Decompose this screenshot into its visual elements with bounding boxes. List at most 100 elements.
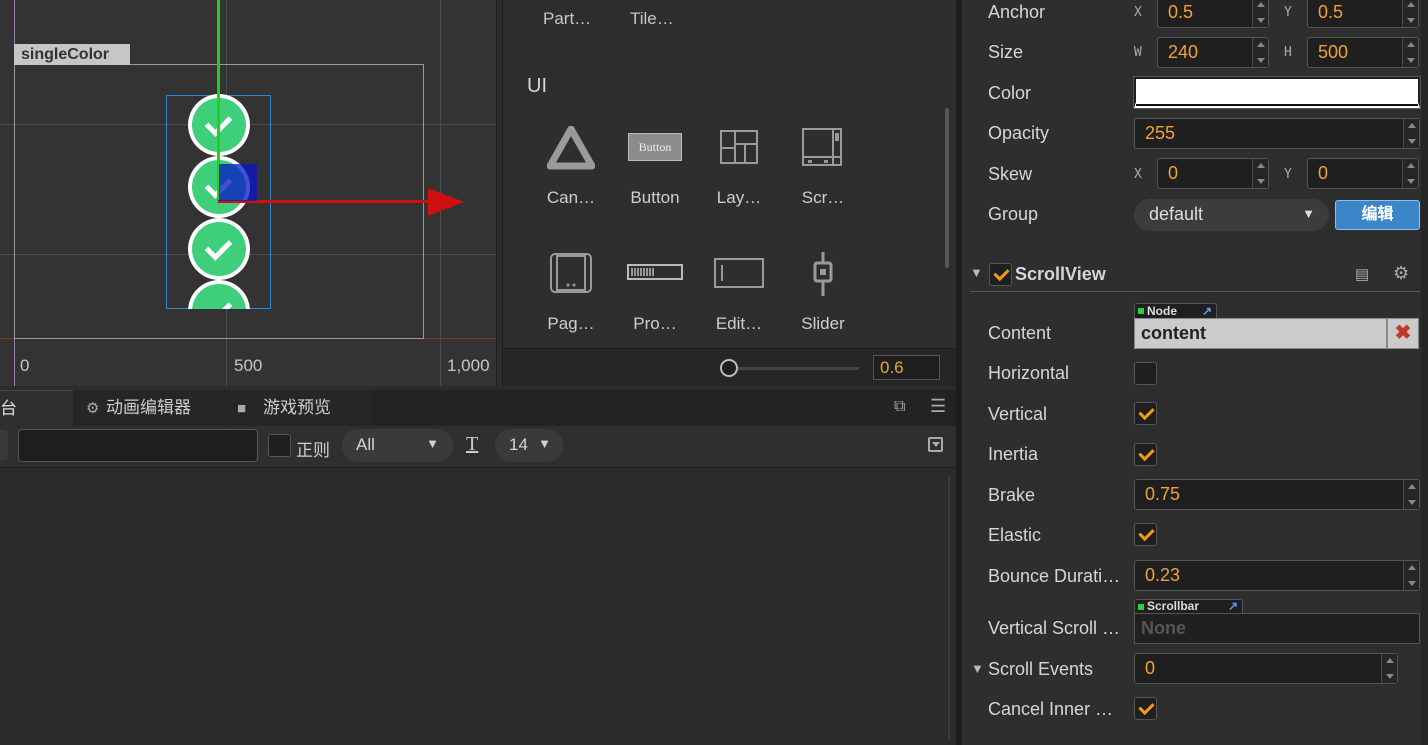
console-log-area[interactable] [0,468,956,745]
content-node-field[interactable]: content [1134,318,1387,349]
tab-console[interactable]: 台 [0,390,73,426]
size-h-input[interactable]: 500 [1307,37,1419,68]
scroll-events-value: 0 [1145,658,1156,678]
move-handle[interactable] [219,164,257,201]
anchor-y-input[interactable]: 0.5 [1307,0,1419,28]
skew-y-tag: Y [1284,167,1292,182]
skew-y-value: 0 [1318,163,1329,183]
pageview-icon [550,253,592,293]
asset-name: Pag… [547,314,595,333]
skew-x-input[interactable]: 0 [1157,158,1269,189]
bounce-duration-value: 0.23 [1145,565,1181,585]
size-w-tag: W [1134,45,1142,60]
zoom-slider-track[interactable] [727,367,859,370]
asset-canvas[interactable]: Can… [529,126,613,236]
spinner[interactable] [1402,0,1418,27]
tab-label: 动画编辑器 [106,398,191,417]
tab-animation-editor[interactable]: ⚙ 动画编辑器 [74,390,224,426]
size-w-input[interactable]: 240 [1157,37,1269,68]
clear-button[interactable] [0,430,8,460]
scrollbar-type-tag: Scrollbar ↗ [1134,599,1243,614]
regex-checkbox[interactable] [268,434,291,457]
zoom-slider-knob[interactable] [720,359,738,377]
tab-game-preview[interactable]: ■ 游戏预览 [225,390,371,426]
filter-input[interactable] [18,429,258,462]
asset-slider[interactable]: Slider [781,252,865,362]
gear-icon[interactable]: ⚙ [1393,263,1409,284]
font-size-select[interactable]: 14 ▼ [495,429,563,462]
asset-name: Pro… [633,314,677,333]
scene-view[interactable]: singleColor 0 500 1,000 [0,0,497,386]
anchor-y-tag: Y [1284,5,1292,20]
vertical-scrollbar-field[interactable]: None [1134,613,1420,644]
collapse-icon[interactable] [928,437,943,452]
spinner[interactable] [1252,159,1268,188]
asset-name: Edit… [715,314,763,333]
asset-editbox[interactable]: Edit… [697,252,781,362]
asset-scrollview[interactable]: Scr… [781,126,865,236]
content-type-tag: Node ↗ [1134,303,1217,319]
asset-label[interactable]: Tile… [630,9,674,29]
color-swatch[interactable] [1133,76,1421,109]
editbox-icon [714,258,764,288]
popout-icon[interactable]: ⧉ [894,398,905,416]
check-circle-icon [188,218,250,280]
skew-x-tag: X [1134,167,1142,182]
collapse-arrow-icon[interactable]: ▼ [970,265,983,280]
edit-group-button[interactable]: 编辑 [1335,200,1420,230]
spinner[interactable] [1402,159,1418,188]
spinner[interactable] [1381,654,1397,683]
elastic-checkbox[interactable] [1134,523,1157,546]
axis-tick: 0 [20,356,30,375]
component-title: ScrollView [1015,264,1106,284]
link-icon[interactable]: ↗ [1228,600,1238,613]
asset-label[interactable]: Part… [543,9,591,29]
spinner[interactable] [1403,119,1419,148]
asset-progressbar[interactable]: Pro… [613,252,697,362]
clear-reference-button[interactable]: ✖ [1387,318,1419,349]
spinner[interactable] [1403,561,1419,590]
brake-value: 0.75 [1145,484,1181,504]
bounce-duration-input[interactable]: 0.23 [1134,560,1420,591]
spinner[interactable] [1252,0,1268,27]
asset-button[interactable]: Button Button [613,126,697,236]
panel-scrollbar[interactable] [945,108,949,268]
x-arrow-icon[interactable] [428,188,464,216]
skew-y-input[interactable]: 0 [1307,158,1419,189]
asset-layout[interactable]: Lay… [697,126,781,236]
menu-icon[interactable]: ☰ [930,396,946,417]
group-select[interactable]: default ▼ [1134,199,1329,231]
spinner[interactable] [1252,38,1268,67]
spinner[interactable] [1403,480,1419,509]
inertia-checkbox[interactable] [1134,443,1157,466]
scroll-events-input[interactable]: 0 [1134,653,1398,684]
level-select[interactable]: All ▼ [342,429,453,462]
brake-label: Brake [988,485,1036,505]
log-scrollbar[interactable] [948,476,950,741]
inspector-scrollbar[interactable] [1421,0,1428,745]
skew-x-value: 0 [1168,163,1179,183]
chevron-down-icon: ▼ [538,436,551,451]
vertical-checkbox[interactable] [1134,402,1157,425]
zoom-value-input[interactable]: 0.6 [873,355,940,380]
help-book-icon[interactable]: ▤ [1355,265,1369,283]
spinner[interactable] [1402,38,1418,67]
brake-input[interactable]: 0.75 [1134,479,1420,510]
color-label: Color [988,83,1032,103]
collapse-arrow-icon[interactable]: ▼ [971,661,984,676]
font-size-value: 14 [509,435,528,454]
asset-name: Scr… [801,188,845,207]
cancel-inner-events-checkbox[interactable] [1134,697,1157,720]
size-label: Size [988,42,1024,62]
console-panel: 台 ⚙ 动画编辑器 ■ 游戏预览 ⧉ ☰ 正则 All ▼ T 14 ▼ [0,390,956,745]
asset-pageview[interactable]: Pag… [529,252,613,362]
scrollview-icon [802,128,842,166]
horizontal-checkbox[interactable] [1134,362,1157,385]
vertical-scrollbar-label: Vertical Scroll … [988,618,1121,638]
opacity-input[interactable]: 255 [1134,118,1420,149]
console-toolbar: 正则 All ▼ T 14 ▼ [0,426,956,468]
skew-label: Skew [988,164,1033,184]
link-icon[interactable]: ↗ [1202,304,1212,318]
anchor-x-input[interactable]: 0.5 [1157,0,1269,28]
component-enabled-checkbox[interactable] [989,263,1012,286]
